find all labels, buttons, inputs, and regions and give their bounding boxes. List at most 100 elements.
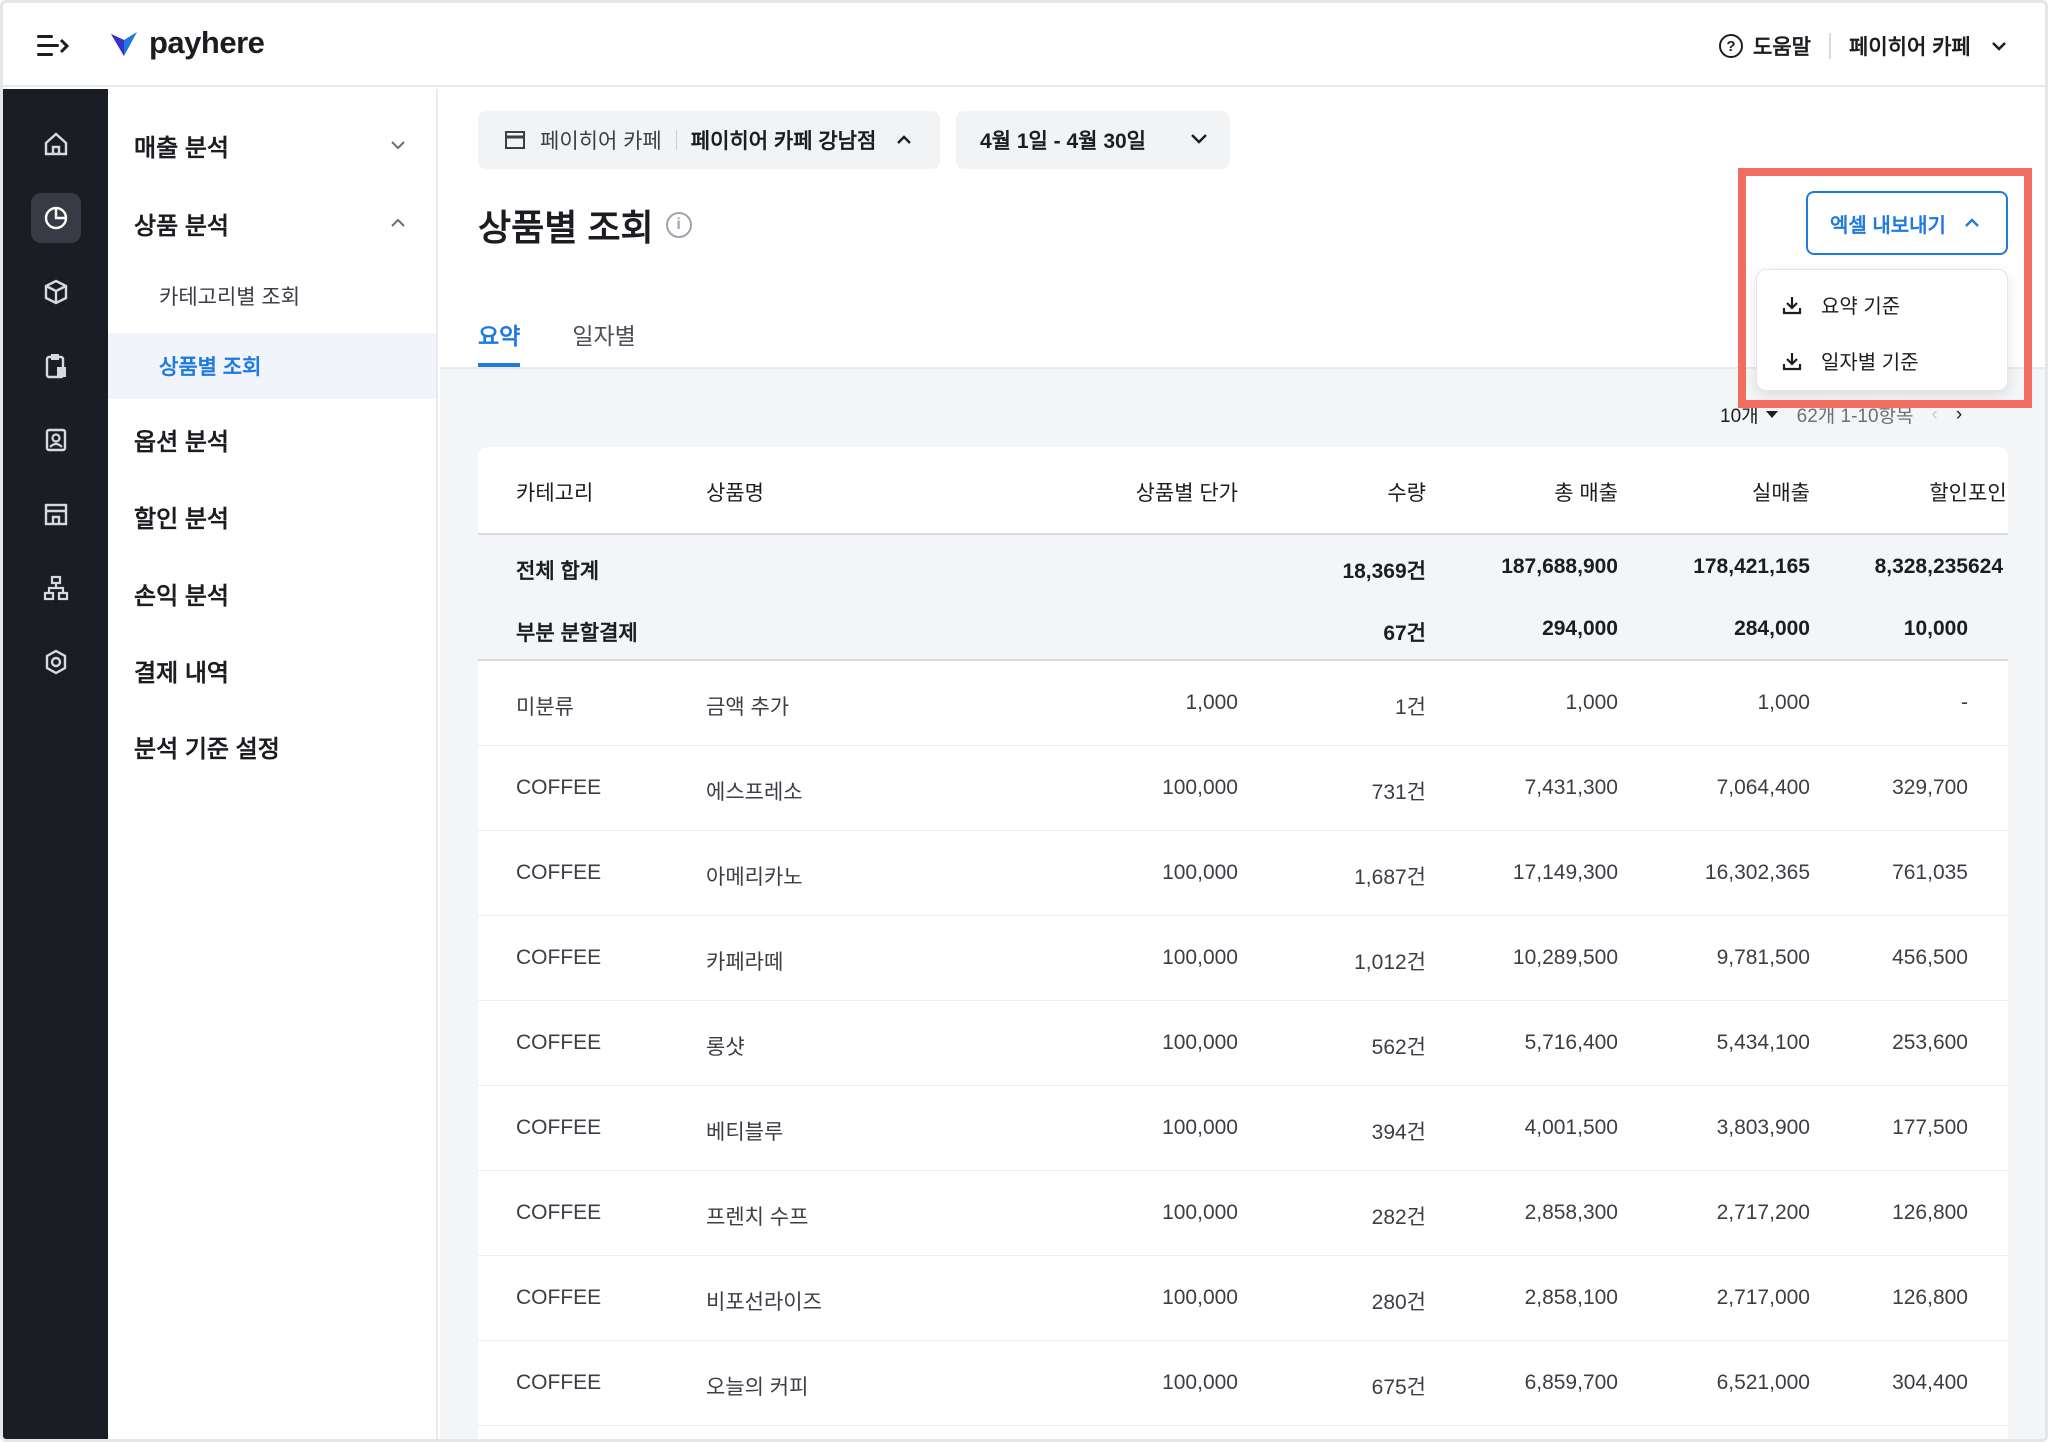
- table-row[interactable]: COFFEE 베티블루 100,000 394건 4,001,500 3,803,900 1…: [478, 1086, 2008, 1171]
- pie-chart-icon[interactable]: [31, 193, 81, 243]
- date-range-selector[interactable]: 4월 1일 - 4월 30일: [956, 111, 1230, 169]
- totals-discount: 8,328,235: [1874, 555, 1968, 578]
- cell-discount: 456,500: [1892, 946, 1968, 969]
- totals-point: 624: [1968, 555, 2004, 578]
- cell-product: 오늘의 커피: [706, 1376, 809, 1399]
- totals-qty: 18,369건: [1342, 560, 1426, 583]
- home-icon[interactable]: [31, 119, 81, 169]
- branch-label: 페이히어 카페 강남점: [690, 130, 877, 153]
- col-header-discount[interactable]: 할인: [1818, 477, 1968, 507]
- sidebar-item-product-view[interactable]: 상품별 조회: [108, 333, 436, 399]
- col-header-qty[interactable]: 수량: [1298, 477, 1426, 507]
- cell-discount: -: [1961, 691, 1968, 714]
- cell-net-sales: 9,781,500: [1716, 946, 1810, 969]
- store-switcher[interactable]: 페이히어 카페: [1849, 31, 2007, 61]
- menu-group-label: 할인 분석: [134, 505, 229, 533]
- menu-group-discount[interactable]: 할인 분석: [108, 486, 436, 546]
- help-link[interactable]: ? 도움말: [1719, 31, 1811, 61]
- cell-qty: 1,012건: [1354, 951, 1426, 974]
- cell-qty: 1건: [1395, 696, 1426, 719]
- help-icon: ?: [1719, 34, 1743, 58]
- cell-discount: 329,700: [1892, 776, 1968, 799]
- box-icon[interactable]: [31, 267, 81, 317]
- cell-qty: 280건: [1371, 1291, 1426, 1314]
- info-icon[interactable]: i: [665, 212, 692, 238]
- table-row[interactable]: COFFEE 비포선라이즈 100,000 280건 2,858,100 2,717,00…: [478, 1256, 2008, 1341]
- contact-card-icon[interactable]: [31, 415, 81, 465]
- side-menu: 매출 분석 상품 분석 카테고리별 조회 상품별 조회 옵션 분석 할인 분석 …: [108, 89, 438, 1439]
- cell-gross-sales: 4,001,500: [1524, 1116, 1618, 1139]
- store-name-label: 페이히어 카페: [1849, 36, 1971, 59]
- product-table: 카테고리 상품명 상품별 단가 수량 총 매출 실매출 할인 포인 전체 합계 …: [478, 447, 2008, 1439]
- logo-text: payhere: [149, 25, 265, 60]
- col-header-gross-sales[interactable]: 총 매출: [1438, 477, 1618, 507]
- menu-toggle-icon[interactable]: [37, 33, 71, 59]
- cell-unit-price: 1,000: [1185, 691, 1238, 714]
- date-range-label: 4월 1일 - 4월 30일: [980, 130, 1147, 153]
- col-header-product[interactable]: 상품명: [706, 477, 764, 507]
- org-chart-icon[interactable]: [31, 563, 81, 613]
- store-icon[interactable]: [31, 489, 81, 539]
- col-header-point[interactable]: 포인: [1968, 477, 2007, 507]
- cell-discount: 126,800: [1892, 1286, 1968, 1309]
- chevron-up-icon: [897, 135, 912, 144]
- menu-group-sales[interactable]: 매출 분석: [108, 115, 436, 175]
- split-payment-qty: 67건: [1383, 622, 1426, 645]
- cell-category: COFFEE: [516, 1116, 602, 1139]
- cell-product: 아메리카노: [706, 866, 803, 889]
- menu-group-option[interactable]: 옵션 분석: [108, 409, 436, 469]
- menu-group-label: 결제 내역: [134, 659, 229, 687]
- menu-group-settings[interactable]: 분석 기준 설정: [108, 716, 436, 776]
- col-header-unit-price[interactable]: 상품별 단가: [1038, 477, 1238, 507]
- cell-unit-price: 100,000: [1162, 946, 1238, 969]
- logo[interactable]: payhere: [109, 25, 265, 61]
- help-label: 도움말: [1753, 36, 1811, 59]
- table-row[interactable]: COFFEE 오늘의 커피 100,000 675건 6,859,700 6,521,00…: [478, 1341, 2008, 1426]
- split-payment-row: 부분 분할결제 67건 294,000 284,000 10,000: [478, 597, 2008, 661]
- chevron-down-icon: [1991, 42, 2006, 51]
- totals-net: 178,421,165: [1693, 555, 1810, 578]
- menu-group-payments[interactable]: 결제 내역: [108, 640, 436, 700]
- main-content: 페이히어 카페 페이히어 카페 강남점 4월 1일 - 4월 30일 상품별 조…: [440, 89, 2045, 1439]
- menu-group-label: 분석 기준 설정: [134, 735, 280, 763]
- cell-qty: 1,687건: [1354, 866, 1426, 889]
- cell-qty: 394건: [1371, 1121, 1426, 1144]
- menu-group-label: 손익 분석: [134, 582, 229, 610]
- cell-discount: 126,800: [1892, 1201, 1968, 1224]
- cell-qty: 731건: [1371, 781, 1426, 804]
- store-icon: [505, 131, 525, 149]
- cell-gross-sales: 10,289,500: [1512, 946, 1618, 969]
- cell-discount: 253,600: [1892, 1031, 1968, 1054]
- cell-product: 비포선라이즈: [706, 1291, 822, 1314]
- clipboard-icon[interactable]: [31, 341, 81, 391]
- cell-gross-sales: 2,858,100: [1524, 1286, 1618, 1309]
- caret-down-icon: [1765, 410, 1778, 418]
- cell-unit-price: 100,000: [1162, 861, 1238, 884]
- table-row[interactable]: COFFEE 카페라떼 100,000 1,012건 10,289,500 9,781,5…: [478, 916, 2008, 1001]
- cell-product: 베티블루: [706, 1121, 784, 1144]
- col-header-net-sales[interactable]: 실매출: [1628, 477, 1810, 507]
- col-header-category[interactable]: 카테고리: [516, 477, 593, 507]
- sidebar-item-label: 카테고리별 조회: [159, 286, 301, 309]
- cell-net-sales: 3,803,900: [1716, 1116, 1810, 1139]
- settings-icon[interactable]: [31, 637, 81, 687]
- table-row[interactable]: COFFEE 프렌치 수프 100,000 282건 2,858,300 2,717,20…: [478, 1171, 2008, 1256]
- cell-unit-price: 100,000: [1162, 1201, 1238, 1224]
- table-row[interactable]: COFFEE 롱샷 100,000 562건 5,716,400 5,434,100 253…: [478, 1001, 2008, 1086]
- tab-bar: 요약 일자별: [478, 309, 636, 369]
- menu-group-profit[interactable]: 손익 분석: [108, 563, 436, 623]
- table-row[interactable]: 미분류 금액 추가 1,000 1건 1,000 1,000 -: [478, 661, 2008, 746]
- tab-summary[interactable]: 요약: [478, 309, 521, 367]
- cell-category: COFFEE: [516, 1031, 602, 1054]
- store-selector[interactable]: 페이히어 카페 페이히어 카페 강남점: [478, 111, 940, 169]
- totals-row: 전체 합계 18,369건 187,688,900 178,421,165 8,…: [478, 535, 2008, 597]
- cell-discount: 177,500: [1892, 1116, 1968, 1139]
- menu-group-product[interactable]: 상품 분석: [108, 193, 436, 253]
- table-row[interactable]: COFFEE 아메리카노 100,000 1,687건 17,149,300 16,302…: [478, 831, 2008, 916]
- tab-daily[interactable]: 일자별: [572, 309, 635, 367]
- sidebar-item-category-view[interactable]: 카테고리별 조회: [108, 263, 436, 329]
- table-row[interactable]: COFFEE 에스프레소 100,000 731건 7,431,300 7,064,400…: [478, 746, 2008, 831]
- menu-group-label: 옵션 분석: [134, 428, 229, 456]
- cell-net-sales: 7,064,400: [1716, 776, 1810, 799]
- brand-label: 페이히어 카페: [540, 130, 662, 153]
